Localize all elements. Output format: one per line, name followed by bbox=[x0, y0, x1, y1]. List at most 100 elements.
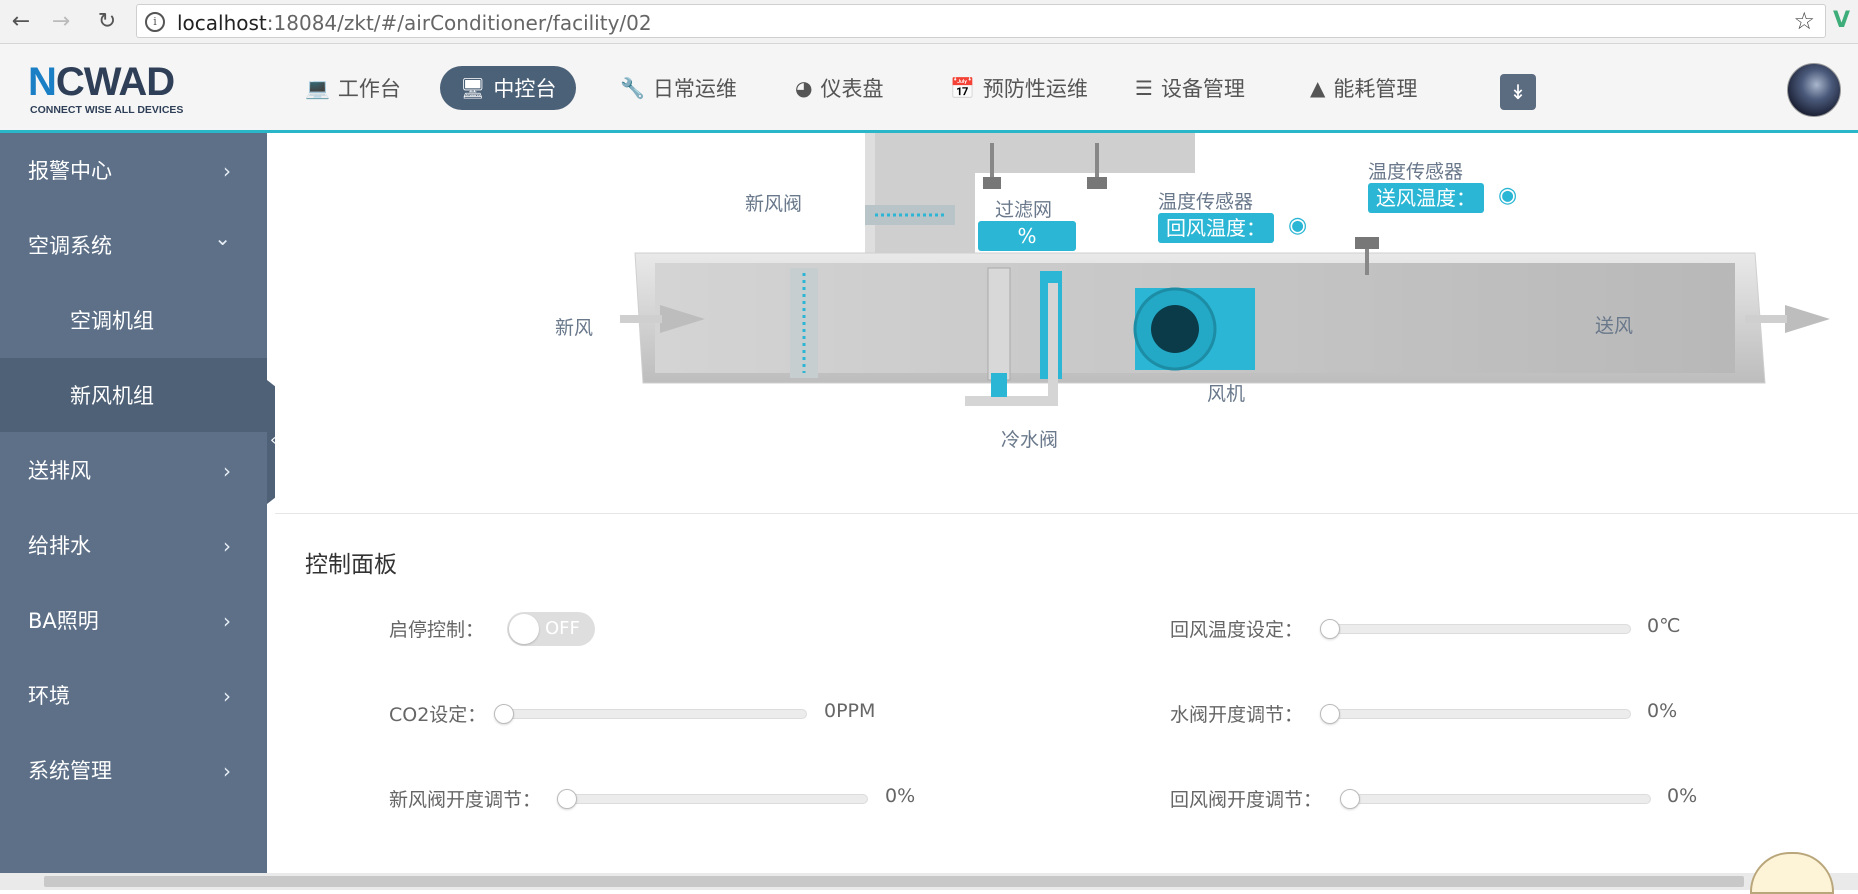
sidebar-item[interactable]: 新风机组 bbox=[0, 358, 267, 432]
logo-wordmark-main: CWAD bbox=[55, 60, 175, 104]
return-valve-slider-handle[interactable] bbox=[1340, 789, 1360, 809]
forward-arrow-icon[interactable]: → bbox=[46, 6, 76, 36]
chevron-right-icon: › bbox=[223, 684, 231, 708]
return-temp-slider-handle[interactable] bbox=[1320, 619, 1340, 639]
logo[interactable]: NCWAD CONNECT WISE ALL DEVICES bbox=[28, 60, 198, 116]
topnav-label: 预防性运维 bbox=[982, 77, 1088, 101]
topnav-label: 日常运维 bbox=[652, 77, 737, 101]
logo-tagline: CONNECT WISE ALL DEVICES bbox=[30, 104, 184, 116]
topnav-item[interactable]: 🖥 中控台 bbox=[440, 66, 577, 110]
filter-sensor-head bbox=[983, 177, 1001, 189]
water-valve-value: 0% bbox=[1647, 700, 1678, 722]
fresh-valve-label: 新风阀开度调节： bbox=[389, 789, 542, 811]
sidebar-item[interactable]: 环境 › bbox=[0, 658, 267, 732]
water-valve-slider[interactable] bbox=[1320, 704, 1631, 724]
co2-slider-handle[interactable] bbox=[494, 704, 514, 724]
chevron-right-icon: › bbox=[223, 534, 231, 558]
more-menu-icon[interactable]: ↡ bbox=[1500, 74, 1536, 110]
main-content: 新风阀 新风 过滤网 % 温度传感器 回风温度： ◉ 温度传感器 送风温度： ◉… bbox=[275, 133, 1858, 873]
chevron-right-icon: › bbox=[223, 609, 231, 633]
sidebar-item[interactable]: 给排水 › bbox=[0, 508, 267, 582]
topnav-item[interactable]: ☰ 设备管理 bbox=[1115, 66, 1265, 110]
fresh-air-label: 新风 bbox=[555, 317, 594, 339]
sidebar-item-label: BA照明 bbox=[28, 609, 99, 633]
area-chart-icon: ▲ bbox=[1310, 76, 1326, 100]
sidebar-item-label: 系统管理 bbox=[28, 759, 112, 783]
supply-sensor-rod bbox=[1365, 249, 1369, 275]
address-bar[interactable]: i localhost:18084/zkt/#/airConditioner/f… bbox=[136, 4, 1826, 38]
co2-setting-label: CO2设定： bbox=[389, 704, 487, 726]
horizontal-scrollbar[interactable] bbox=[0, 873, 1858, 890]
site-info-icon[interactable]: i bbox=[145, 12, 165, 32]
sidebar-item[interactable]: BA照明 › bbox=[0, 583, 267, 657]
return-temp-badge: 回风温度： bbox=[1158, 213, 1274, 243]
temp-sensor-label-2: 温度传感器 bbox=[1368, 161, 1464, 183]
chevron-right-icon: › bbox=[223, 759, 231, 783]
eye-icon[interactable]: ◉ bbox=[1288, 213, 1307, 238]
filter-label: 过滤网 bbox=[995, 199, 1053, 221]
toggle-knob bbox=[509, 614, 539, 644]
fan-label: 风机 bbox=[1207, 383, 1246, 405]
return-temp-slider[interactable] bbox=[1320, 619, 1631, 639]
sidebar-item-label: 报警中心 bbox=[28, 159, 112, 183]
chilled-water-valve-label: 冷水阀 bbox=[1001, 429, 1059, 451]
fresh-valve-slider[interactable] bbox=[557, 789, 868, 809]
logo-wordmark: NCWAD bbox=[28, 60, 175, 105]
sidebar-item-label: 送排风 bbox=[28, 459, 91, 483]
topnav-item[interactable]: 🔧 日常运维 bbox=[600, 66, 757, 110]
sidebar-item-label: 给排水 bbox=[28, 534, 91, 558]
vue-devtools-icon[interactable]: V bbox=[1833, 8, 1850, 33]
control-panel-title: 控制面板 bbox=[305, 552, 397, 578]
start-stop-toggle[interactable]: OFF bbox=[507, 612, 595, 646]
chevron-down-icon: ⌄ bbox=[214, 226, 231, 250]
sidebar-item[interactable]: 系统管理 › bbox=[0, 733, 267, 807]
topnav-item[interactable]: ▲ 能耗管理 bbox=[1290, 66, 1437, 110]
coil-shape bbox=[987, 267, 1011, 381]
chevron-right-icon: › bbox=[223, 459, 231, 483]
topnav-label: 中控台 bbox=[493, 77, 557, 101]
chilled-water-valve-shape bbox=[991, 373, 1007, 397]
browser-toolbar: ← → ↻ i localhost:18084/zkt/#/airConditi… bbox=[0, 0, 1858, 44]
fresh-valve-slider-handle[interactable] bbox=[557, 789, 577, 809]
back-arrow-icon[interactable]: ← bbox=[6, 6, 36, 36]
water-valve-label: 水阀开度调节： bbox=[1170, 704, 1304, 726]
start-stop-label: 启停控制： bbox=[389, 619, 485, 641]
app-header: NCWAD CONNECT WISE ALL DEVICES 💻 工作台 🖥 中控台 🔧… bbox=[0, 44, 1858, 133]
sidebar-item[interactable]: 空调机组 bbox=[0, 283, 267, 357]
supply-sensor-head bbox=[1355, 237, 1379, 249]
sidebar: 报警中心 › 空调系统 ⌄ 空调机组 新风机组 送排风 › 给排水 › BA照明 › 环境 › 系统管理 › bbox=[0, 133, 267, 890]
sidebar-item[interactable]: 空调系统 ⌄ bbox=[0, 208, 267, 282]
sidebar-item-label: 空调机组 bbox=[70, 309, 154, 333]
topnav-item[interactable]: 📅 预防性运维 bbox=[930, 66, 1108, 110]
water-valve-slider-handle[interactable] bbox=[1320, 704, 1340, 724]
filter-sensor-rod bbox=[990, 143, 994, 179]
bookmark-star-icon[interactable]: ☆ bbox=[1793, 7, 1815, 35]
wrench-icon: 🔧 bbox=[620, 76, 645, 100]
calendar-check-icon: 📅 bbox=[950, 76, 975, 100]
sidebar-item[interactable]: 报警中心 › bbox=[0, 133, 267, 207]
return-valve-label: 回风阀开度调节： bbox=[1170, 789, 1323, 811]
sidebar-item[interactable]: 送排风 › bbox=[0, 433, 267, 507]
topnav-label: 工作台 bbox=[337, 77, 401, 101]
supply-air-arrow-icon bbox=[1785, 305, 1830, 333]
supply-air-arrow-shaft bbox=[1745, 315, 1787, 323]
filter-value-badge: % bbox=[978, 221, 1076, 251]
scrollbar-thumb[interactable] bbox=[44, 876, 1744, 887]
sidebar-item-label: 新风机组 bbox=[70, 384, 154, 408]
fresh-air-unit-diagram: 新风阀 新风 过滤网 % 温度传感器 回风温度： ◉ 温度传感器 送风温度： ◉… bbox=[275, 133, 1858, 514]
temp-sensor-label: 温度传感器 bbox=[1158, 191, 1254, 213]
topnav-item[interactable]: ◕ 仪表盘 bbox=[775, 66, 903, 110]
fresh-valve-value: 0% bbox=[885, 785, 916, 807]
url-host: localhost bbox=[177, 11, 267, 35]
reload-icon[interactable]: ↻ bbox=[92, 6, 122, 36]
topnav-item[interactable]: 💻 工作台 bbox=[285, 66, 421, 110]
return-valve-slider[interactable] bbox=[1340, 789, 1651, 809]
url-path: :18084/zkt/#/airConditioner/facility/02 bbox=[266, 11, 652, 35]
co2-slider[interactable] bbox=[494, 704, 807, 724]
url-text[interactable]: localhost:18084/zkt/#/airConditioner/fac… bbox=[177, 11, 652, 35]
topnav-label: 设备管理 bbox=[1160, 77, 1245, 101]
eye-icon[interactable]: ◉ bbox=[1498, 183, 1517, 208]
server-icon: ☰ bbox=[1135, 76, 1153, 100]
avatar[interactable] bbox=[1787, 63, 1841, 117]
supply-temp-badge: 送风温度： bbox=[1368, 183, 1484, 213]
